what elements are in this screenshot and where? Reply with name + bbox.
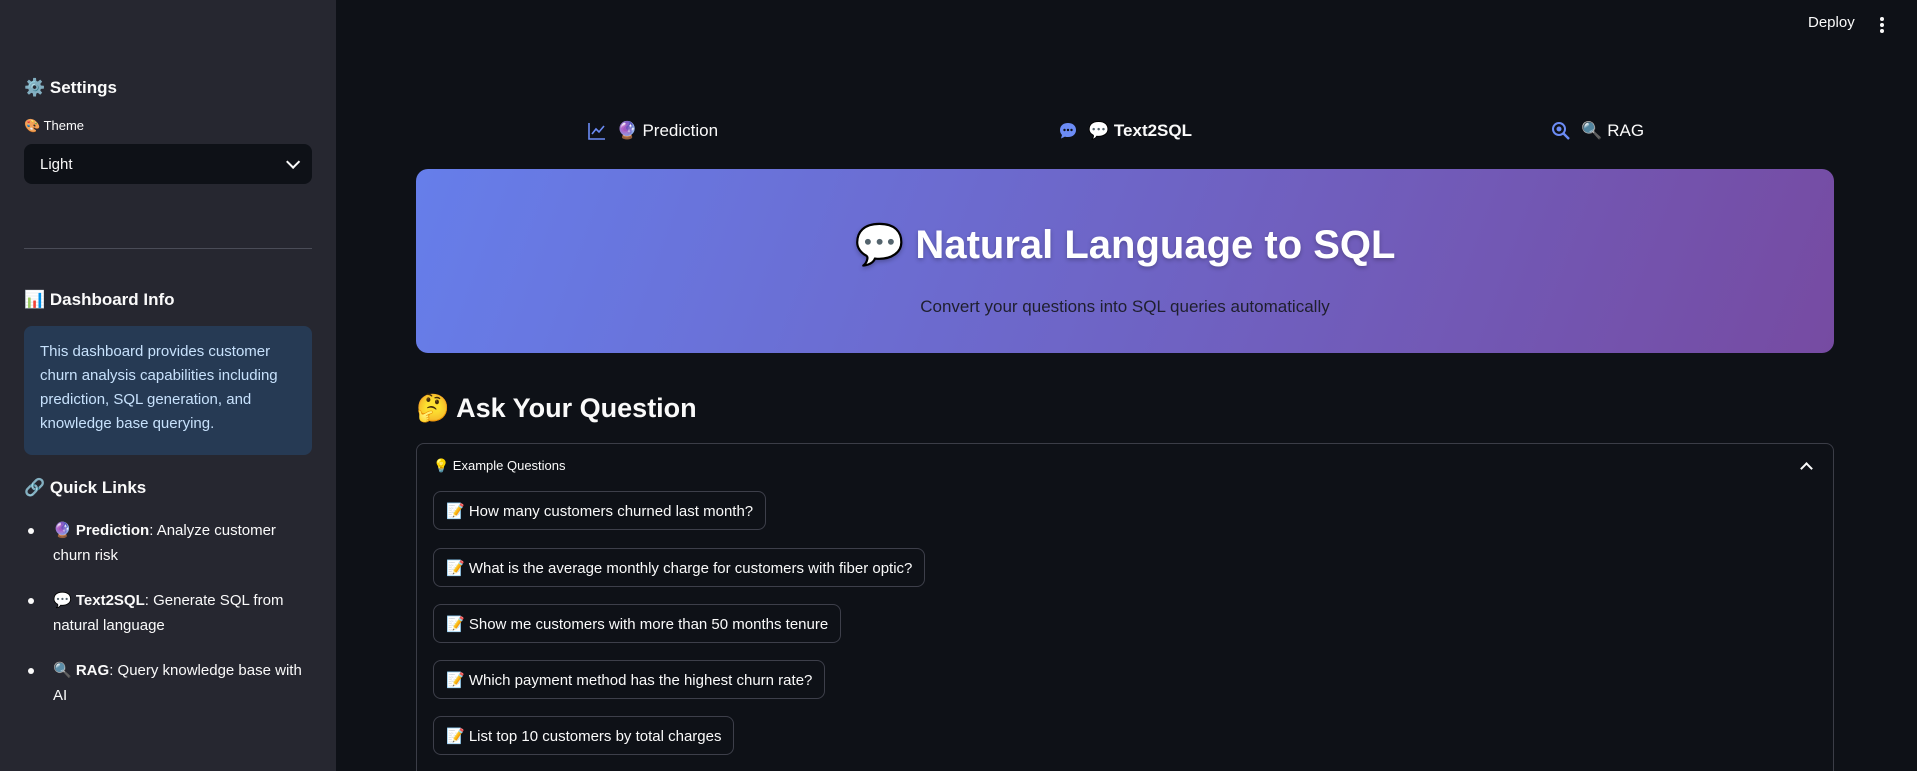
chevron-down-icon (286, 154, 301, 169)
tab-label: 🔍 RAG (1581, 121, 1645, 140)
deploy-button[interactable]: Deploy (1808, 14, 1855, 31)
tab-rag[interactable]: 🔍 RAG (1361, 116, 1834, 146)
tab-prediction[interactable]: 🔮 Prediction (416, 116, 889, 146)
quick-link-rag: 🔍 RAG: Query knowledge base with AI (24, 658, 312, 708)
example-question-button[interactable]: 📝 Which payment method has the highest c… (433, 660, 826, 699)
quick-link-prediction: 🔮 Prediction: Analyze customer churn ris… (24, 518, 312, 568)
example-question-button[interactable]: 📝 Show me customers with more than 50 mo… (433, 604, 842, 643)
chat-bubble-icon (1060, 123, 1077, 139)
quick-link-text2sql: 💬 Text2SQL: Generate SQL from natural la… (24, 588, 312, 638)
dashboard-info-title: 📊 Dashboard Info (24, 290, 175, 309)
tab-text2sql[interactable]: 💬 Text2SQL (889, 116, 1362, 146)
example-question-button[interactable]: 📝 How many customers churned last month? (433, 491, 767, 530)
expander-header[interactable]: 💡 Example Questions (433, 458, 566, 474)
search-icon (1552, 122, 1571, 140)
tab-label: 🔮 Prediction (616, 121, 719, 140)
line-chart-icon (587, 123, 605, 140)
tab-label: 💬 Text2SQL (1088, 121, 1192, 140)
sidebar-divider (24, 248, 312, 249)
quick-links-title: 🔗 Quick Links (24, 478, 147, 497)
quick-link-name: 💬 Text2SQL (53, 592, 145, 609)
main-menu-icon[interactable] (1880, 17, 1884, 33)
example-questions-expander: 💡 Example Questions 📝 How many customers… (416, 443, 1834, 771)
theme-select[interactable]: Light (24, 144, 312, 184)
page-banner: 💬 Natural Language to SQL Convert your q… (416, 169, 1834, 353)
example-question-button[interactable]: 📝 What is the average monthly charge for… (433, 548, 926, 587)
chevron-up-icon[interactable] (1800, 462, 1813, 475)
page-subtitle: Convert your questions into SQL queries … (920, 297, 1330, 316)
theme-label: 🎨 Theme (24, 118, 85, 133)
example-question-button[interactable]: 📝 List top 10 customers by total charges (433, 716, 735, 755)
ask-question-heading: 🤔 Ask Your Question (416, 393, 697, 423)
dashboard-info-box: This dashboard provides customer churn a… (24, 326, 312, 455)
page-title: 💬 Natural Language to SQL (854, 223, 1396, 267)
quick-links-list: 🔮 Prediction: Analyze customer churn ris… (24, 518, 312, 728)
settings-title: ⚙️ Settings (24, 78, 117, 97)
tab-bar: 🔮 Prediction 💬 Text2SQL 🔍 RAG (416, 116, 1834, 146)
quick-link-name: 🔮 Prediction (53, 522, 150, 539)
theme-select-value: Light (40, 155, 73, 173)
sidebar: ⚙️ Settings 🎨 Theme Light 📊 Dashboard In… (0, 0, 336, 771)
quick-link-name: 🔍 RAG (53, 662, 110, 679)
app-root: ⚙️ Settings 🎨 Theme Light 📊 Dashboard In… (0, 0, 1917, 771)
